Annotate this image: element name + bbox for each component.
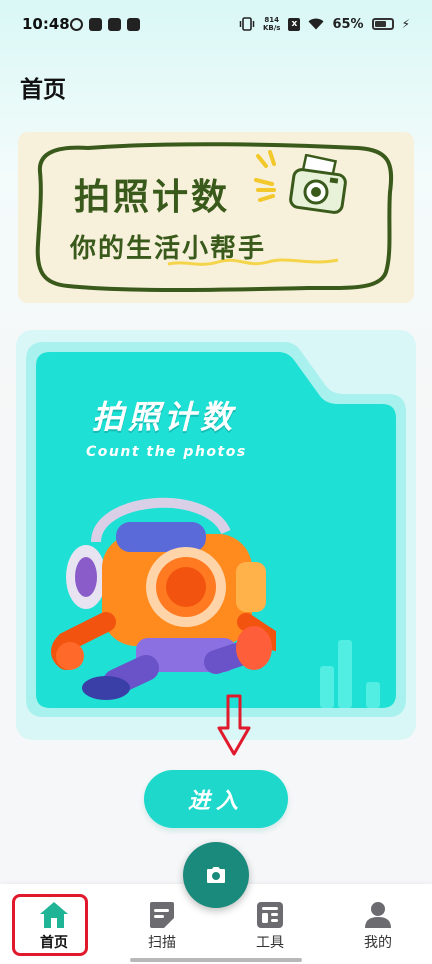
camera-fab-button[interactable] (183, 842, 249, 908)
vibrate-icon (239, 17, 255, 31)
page-title: 首页 (20, 77, 66, 103)
nav-item-profile[interactable]: 我的 (324, 884, 432, 964)
network-speed-value: 814 (264, 16, 279, 24)
notification-icon (70, 18, 83, 31)
promo-banner[interactable]: 拍照计数 你的生活小帮手 (18, 132, 414, 303)
message-icon (108, 18, 121, 31)
status-time: 10:48 (22, 15, 70, 33)
notification-icons (70, 18, 140, 31)
nav-label-profile: 我的 (364, 935, 392, 951)
status-bar: 10:48 814 KB/s x 65% ⚡ (0, 0, 432, 52)
hero-card-container: 拍照计数 Count the photos (16, 330, 416, 756)
hero-title: 拍照计数 (92, 398, 237, 436)
home-highlight-frame (12, 894, 88, 956)
hero-card[interactable]: 拍照计数 Count the photos (26, 342, 406, 756)
mail-icon (89, 18, 102, 31)
tools-icon (257, 902, 283, 928)
home-indicator (130, 958, 302, 962)
battery-icon (371, 18, 394, 30)
status-indicators: 814 KB/s x 65% ⚡ (239, 16, 410, 32)
down-arrow-icon (217, 694, 251, 756)
charging-icon: ⚡ (401, 17, 410, 31)
scan-icon (150, 902, 174, 928)
nav-label-tools: 工具 (256, 935, 284, 951)
network-speed-unit: KB/s (262, 24, 281, 32)
tiktok-icon (127, 18, 140, 31)
banner-title: 拍照计数 (74, 177, 231, 218)
profile-icon (365, 902, 391, 928)
camera-icon (207, 867, 225, 883)
banner-subtitle: 你的生活小帮手 (70, 234, 267, 264)
camera-mascot-icon (51, 497, 276, 700)
battery-percent: 65% (332, 16, 364, 32)
no-sim-icon: x (288, 17, 301, 31)
enter-button[interactable]: 进入 (144, 770, 288, 828)
camera-illustration-icon (289, 154, 347, 214)
hero-subtitle: Count the photos (86, 444, 247, 460)
nav-label-scan: 扫描 (148, 935, 176, 951)
network-speed: 814 KB/s (263, 16, 280, 32)
wifi-icon (308, 18, 324, 30)
